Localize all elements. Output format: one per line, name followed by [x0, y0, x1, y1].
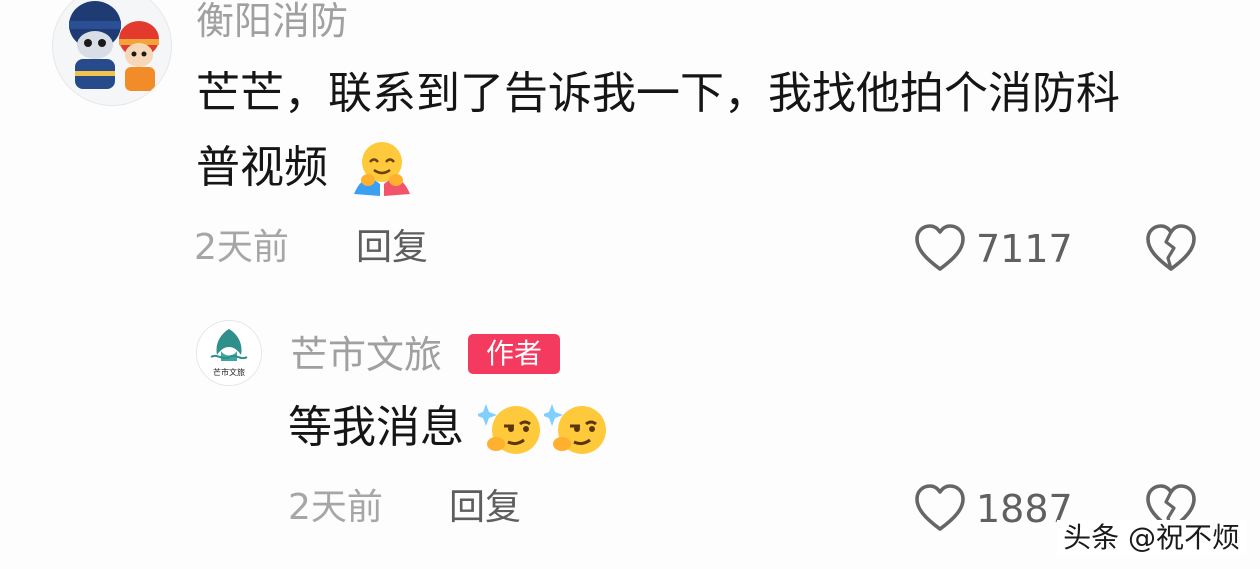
- reply-reply-button[interactable]: 回复: [449, 490, 521, 526]
- reply-time: 2天前: [288, 487, 383, 528]
- broken-heart-icon[interactable]: [1144, 222, 1198, 274]
- reply-username[interactable]: 芒市文旅: [290, 336, 442, 374]
- thinking-face-with-sparkles-emoji-icon: [478, 404, 540, 454]
- watermark: 头条 @祝不烦: [1057, 520, 1246, 555]
- comment-username[interactable]: 衡阳消防: [196, 2, 348, 40]
- comment-time: 2天前: [194, 227, 289, 268]
- avatar-hengyang-fire[interactable]: [52, 0, 172, 106]
- like-count: 7117: [976, 227, 1073, 271]
- heart-outline-icon[interactable]: [913, 222, 967, 274]
- mangshi-tourism-logo-icon: 芒市文旅: [197, 321, 261, 385]
- heart-outline-icon[interactable]: [913, 482, 967, 534]
- author-badge: 作者: [468, 334, 560, 374]
- firefighter-cartoon-avatar-icon: [53, 0, 171, 105]
- comment-text-line2: 普视频: [196, 142, 328, 193]
- hugging-face-emoji-icon: [354, 142, 410, 196]
- reply-button[interactable]: 回复: [356, 230, 428, 266]
- mangshi-logo-text: 芒市文旅: [213, 367, 245, 377]
- avatar-mangshi-tourism[interactable]: 芒市文旅: [196, 320, 262, 386]
- reply-text: 等我消息: [288, 402, 464, 453]
- comment-text-line1: 芒芒，联系到了告诉我一下，我找他拍个消防科: [196, 68, 1120, 119]
- thinking-face-with-sparkles-emoji-icon: [544, 404, 606, 454]
